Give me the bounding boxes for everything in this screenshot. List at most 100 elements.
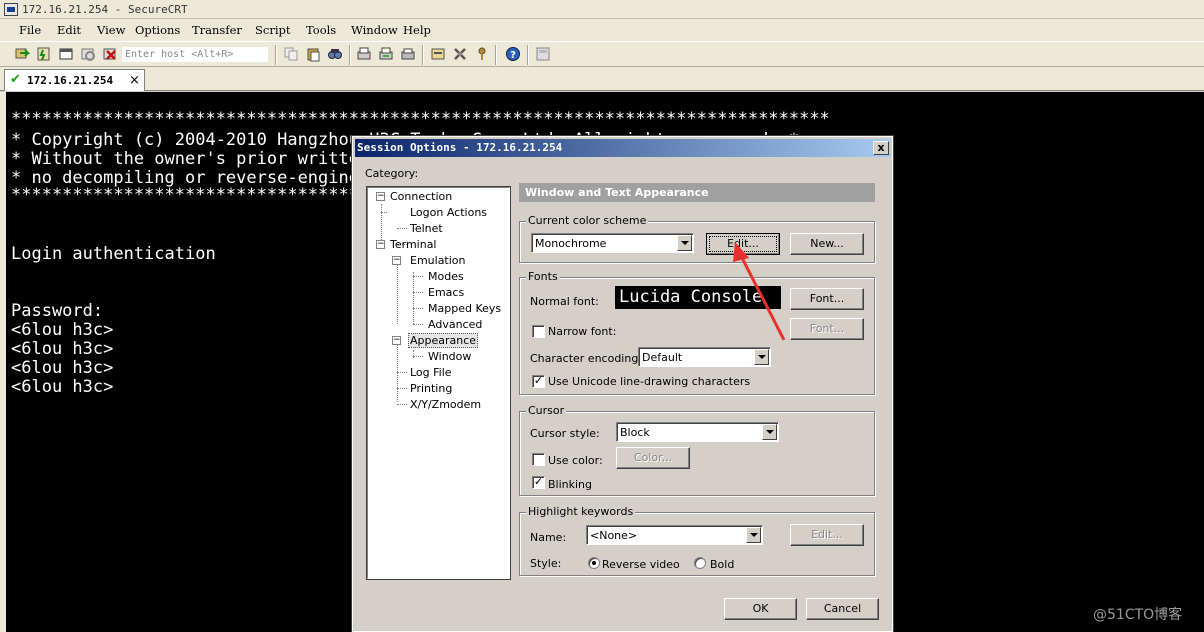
color-scheme-new-button[interactable]: New... xyxy=(790,233,864,255)
toolbar: Enter host <Alt+R> ? xyxy=(0,41,1204,67)
quick-connect-icon[interactable] xyxy=(36,46,52,62)
cursor-group-label: Cursor xyxy=(526,404,567,417)
session-tab-label: 172.16.21.254 xyxy=(27,74,114,87)
reverse-video-label: Reverse video xyxy=(602,558,680,571)
reverse-video-radio[interactable] xyxy=(588,557,600,569)
dialog-title: Session Options - 172.16.21.254 xyxy=(357,141,563,154)
ok-button[interactable]: OK xyxy=(724,598,797,620)
tree-collapse-icon[interactable]: − xyxy=(376,192,385,201)
cursor-style-label: Cursor style: xyxy=(530,427,600,440)
connect-tab-icon[interactable] xyxy=(58,46,74,62)
window-title: 172.16.21.254 - SecureCRT xyxy=(22,3,188,16)
print-setup-icon[interactable] xyxy=(400,46,416,62)
normal-font-label: Normal font: xyxy=(530,295,599,308)
color-scheme-select[interactable]: Monochrome xyxy=(531,233,694,253)
highlight-edit-button[interactable]: Edit... xyxy=(790,524,864,546)
tree-collapse-icon[interactable]: − xyxy=(392,256,401,265)
global-options-icon[interactable] xyxy=(452,46,468,62)
character-encoding-value: Default xyxy=(642,351,683,364)
tree-item-modes[interactable]: Modes xyxy=(428,270,464,283)
tree-item-appearance[interactable]: Appearance xyxy=(408,333,479,348)
terminal-line: <6lou h3c> xyxy=(11,358,114,378)
menu-window[interactable]: Window xyxy=(351,23,398,37)
menu-help[interactable]: Help xyxy=(403,23,431,37)
normal-font-button[interactable]: Font... xyxy=(790,288,864,310)
watermark: @51CTO博客 xyxy=(1093,607,1183,623)
menu-transfer[interactable]: Transfer xyxy=(192,23,242,37)
terminal-line: <6lou h3c> xyxy=(11,339,114,359)
disconnect-icon[interactable] xyxy=(102,46,118,62)
toolbar-separator xyxy=(349,45,351,65)
unicode-line-drawing-checkbox[interactable]: ✓ xyxy=(532,375,545,388)
terminal-line: Password: xyxy=(11,301,104,321)
dialog-title-bar[interactable]: Session Options - 172.16.21.254 x xyxy=(355,139,890,157)
color-scheme-value: Monochrome xyxy=(535,237,607,250)
use-color-checkbox[interactable] xyxy=(532,453,545,466)
bold-radio[interactable] xyxy=(694,557,706,569)
narrow-font-button[interactable]: Font... xyxy=(790,318,864,340)
category-tree[interactable]: − Connection Logon Actions Telnet − Term… xyxy=(366,186,511,580)
tree-item-advanced[interactable]: Advanced xyxy=(428,318,482,331)
menu-file[interactable]: File xyxy=(19,23,41,37)
session-tab-strip: ✔ 172.16.21.254 × xyxy=(0,67,1204,91)
tree-item-emulation[interactable]: Emulation xyxy=(410,254,466,267)
tree-item-window[interactable]: Window xyxy=(428,350,471,363)
cursor-style-value: Block xyxy=(620,426,650,439)
menu-tools[interactable]: Tools xyxy=(306,23,336,37)
character-encoding-select[interactable]: Default xyxy=(638,347,771,367)
tree-collapse-icon[interactable]: − xyxy=(376,240,385,249)
securecrt-app-icon xyxy=(4,3,18,16)
connect-icon[interactable] xyxy=(14,46,30,62)
toolbar-separator xyxy=(495,45,497,65)
chevron-down-icon[interactable] xyxy=(762,424,777,440)
blinking-checkbox[interactable]: ✓ xyxy=(532,476,545,489)
tree-item-xyzmodem[interactable]: X/Y/Zmodem xyxy=(410,398,481,411)
tree-item-printing[interactable]: Printing xyxy=(410,382,452,395)
key-icon[interactable] xyxy=(474,46,490,62)
cursor-style-select[interactable]: Block xyxy=(616,422,779,442)
toolbar-separator xyxy=(275,45,277,65)
cursor-color-button[interactable]: Color... xyxy=(616,447,690,469)
tree-item-telnet[interactable]: Telnet xyxy=(410,222,443,235)
host-input[interactable]: Enter host <Alt+R> xyxy=(121,46,269,63)
menu-edit[interactable]: Edit xyxy=(57,23,81,37)
find-icon[interactable] xyxy=(327,46,343,62)
paste-icon[interactable] xyxy=(305,46,321,62)
session-options-dialog: Session Options - 172.16.21.254 x Catego… xyxy=(351,135,894,632)
chevron-down-icon[interactable] xyxy=(754,349,769,365)
tree-item-log-file[interactable]: Log File xyxy=(410,366,452,379)
tree-item-connection[interactable]: Connection xyxy=(390,190,452,203)
tree-item-emacs[interactable]: Emacs xyxy=(428,286,464,299)
highlight-keywords-group-label: Highlight keywords xyxy=(526,505,636,518)
section-header: Window and Text Appearance xyxy=(519,183,875,202)
chevron-down-icon[interactable] xyxy=(677,235,692,251)
toolbar-separator xyxy=(527,45,529,65)
menu-options[interactable]: Options xyxy=(135,23,180,37)
tree-item-terminal[interactable]: Terminal xyxy=(390,238,437,251)
highlight-keywords-group: Highlight keywords Name: <None> Edit... … xyxy=(519,505,875,576)
menu-script[interactable]: Script xyxy=(255,23,290,37)
connected-check-icon: ✔ xyxy=(10,72,21,87)
tree-item-logon-actions[interactable]: Logon Actions xyxy=(410,206,487,219)
cancel-button[interactable]: Cancel xyxy=(806,598,879,620)
toolbar-separator xyxy=(422,45,424,65)
print-icon[interactable] xyxy=(356,46,372,62)
dialog-close-button[interactable]: x xyxy=(873,141,889,155)
tree-item-mapped-keys[interactable]: Mapped Keys xyxy=(428,302,501,315)
tree-collapse-icon[interactable]: − xyxy=(392,336,401,345)
print-selection-icon[interactable] xyxy=(378,46,394,62)
narrow-font-checkbox[interactable] xyxy=(532,325,545,338)
menu-view[interactable]: View xyxy=(97,23,125,37)
session-options-icon[interactable] xyxy=(430,46,446,62)
copy-icon[interactable] xyxy=(283,46,299,62)
tab-close-icon[interactable]: × xyxy=(129,73,140,88)
session-tab[interactable]: ✔ 172.16.21.254 × xyxy=(4,69,145,91)
svg-text:?: ? xyxy=(510,50,516,61)
narrow-font-label: Narrow font: xyxy=(548,325,617,338)
highlight-name-select[interactable]: <None> xyxy=(586,525,763,545)
keymap-icon[interactable] xyxy=(535,46,551,62)
chevron-down-icon[interactable] xyxy=(746,527,761,543)
reconnect-icon[interactable] xyxy=(80,46,96,62)
terminal-line: <6lou h3c> xyxy=(11,320,114,340)
help-icon[interactable]: ? xyxy=(505,46,521,62)
